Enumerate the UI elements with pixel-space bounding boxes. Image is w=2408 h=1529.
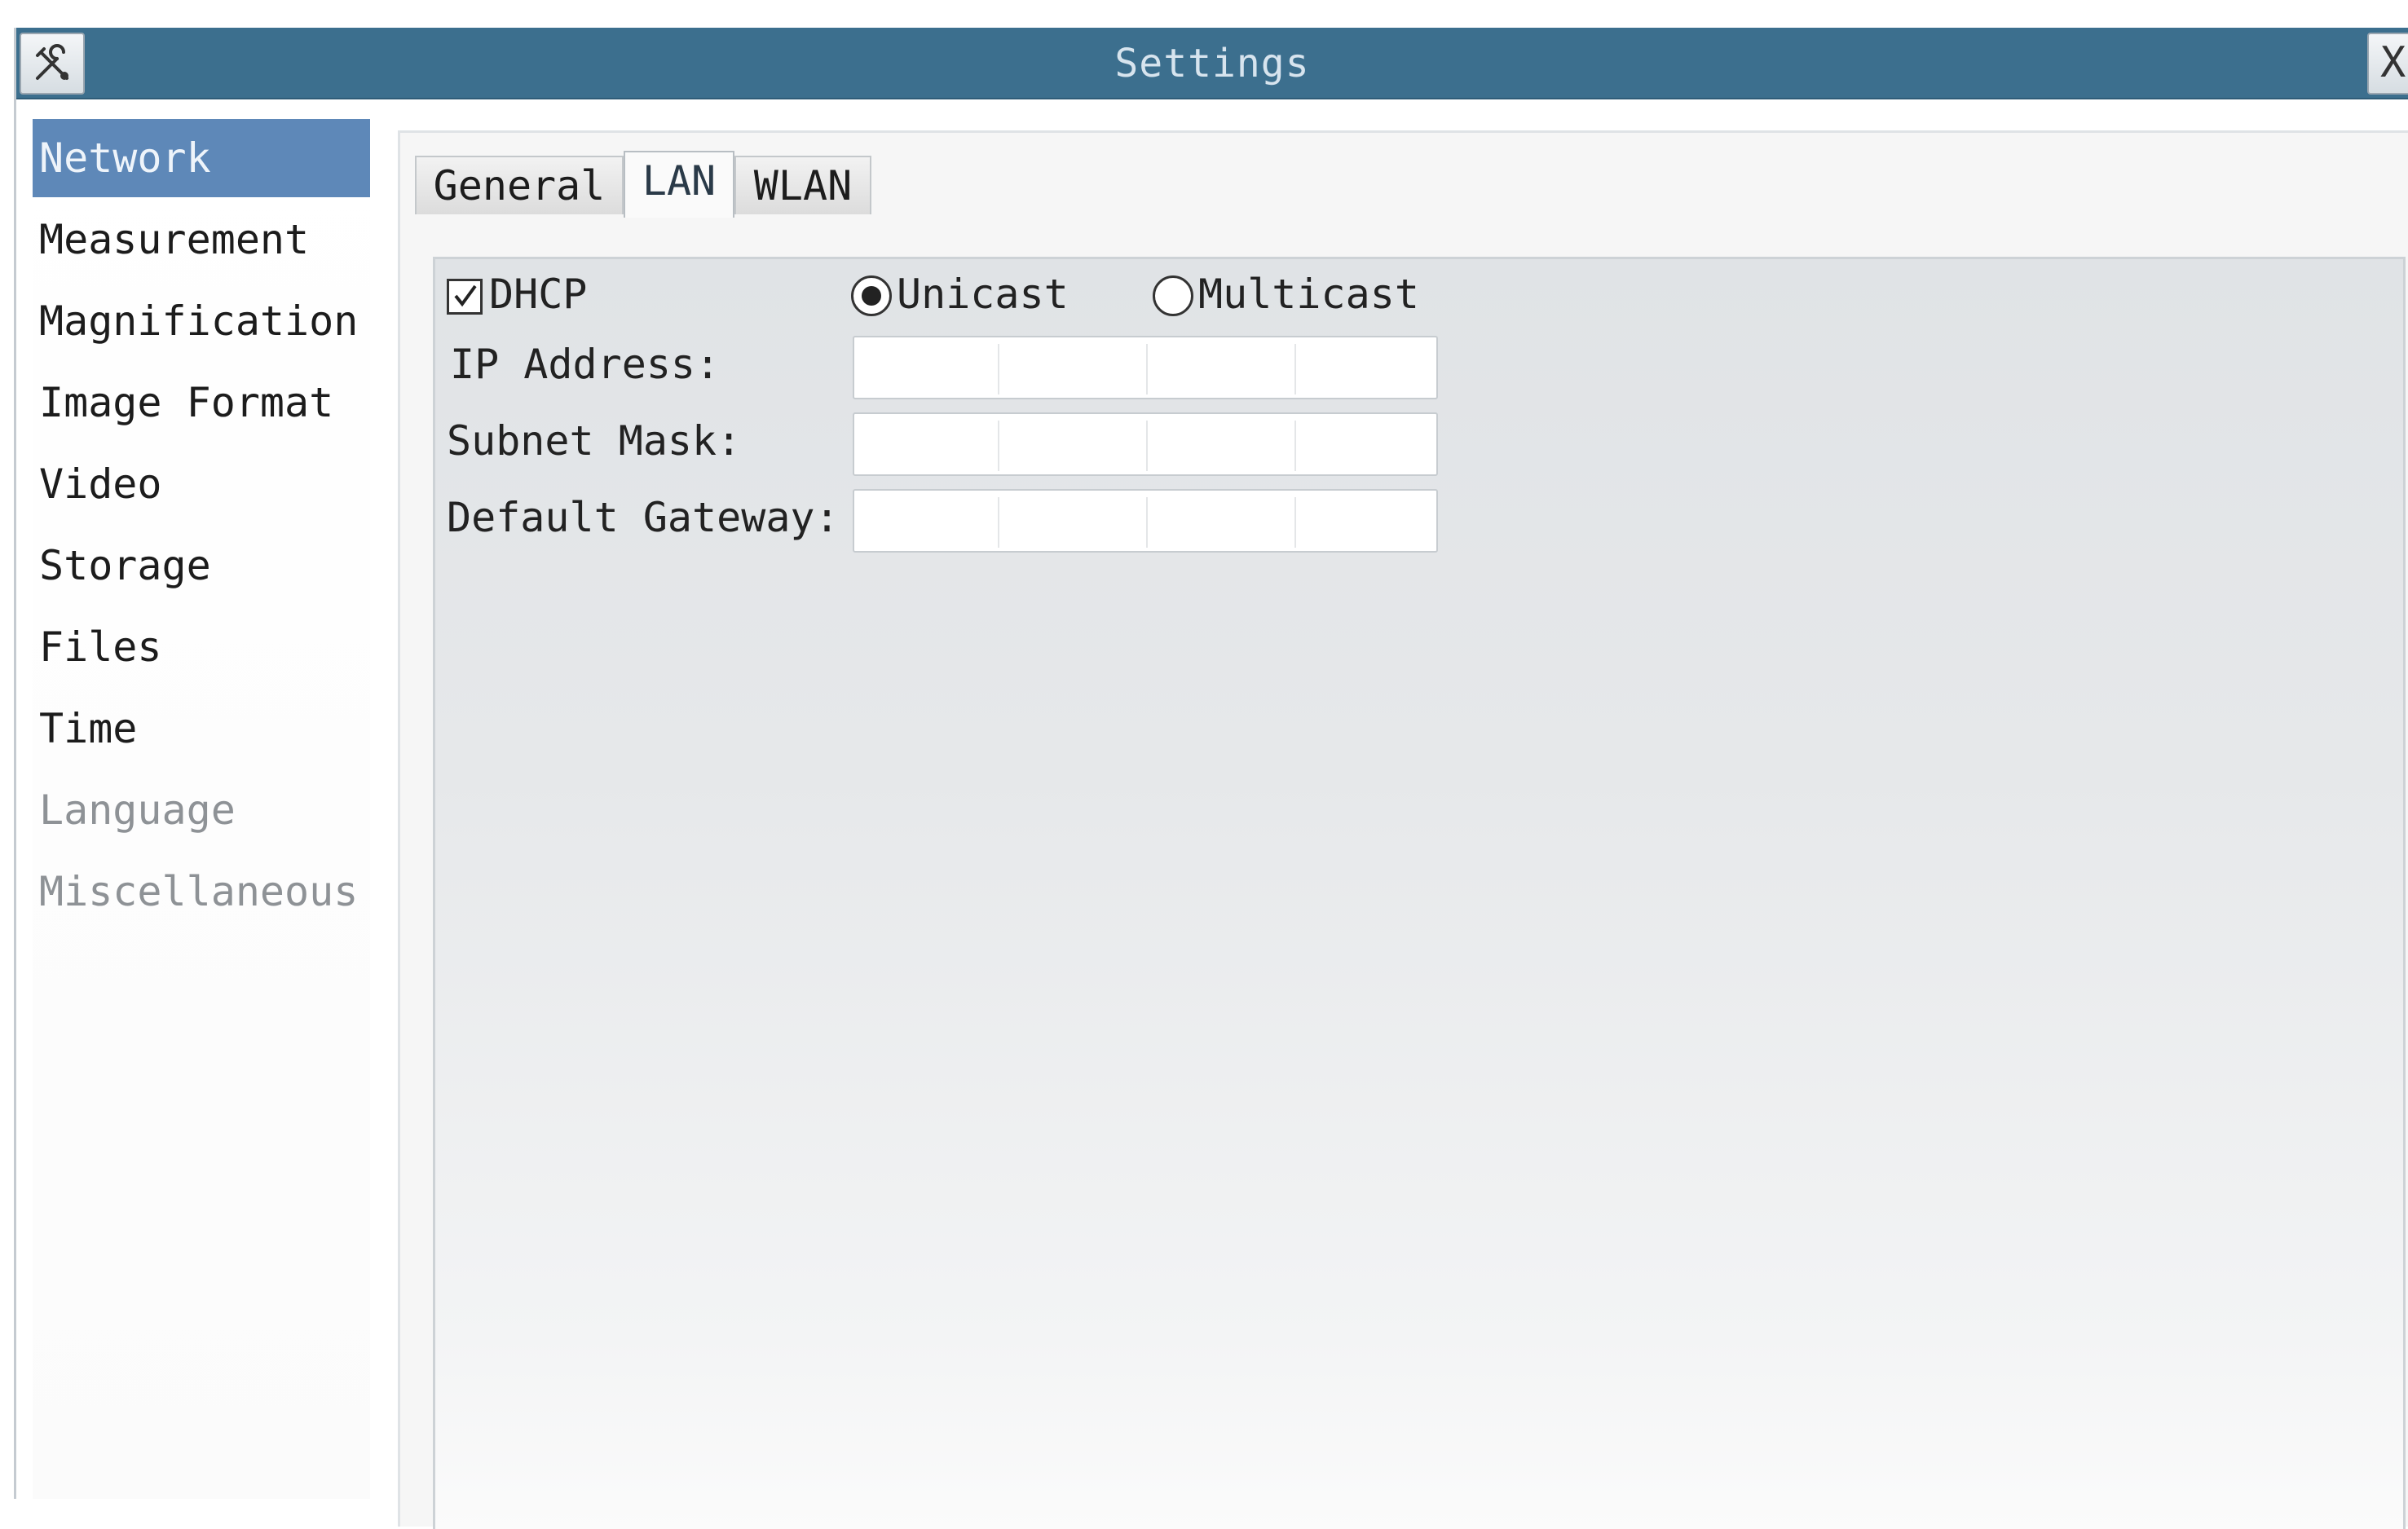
- tab-general[interactable]: General: [415, 156, 624, 214]
- sidebar-item-files[interactable]: Files: [33, 608, 370, 686]
- sidebar-item-miscellaneous[interactable]: Miscellaneous: [33, 853, 370, 931]
- dhcp-checkbox[interactable]: [447, 279, 483, 315]
- octet-separator: [1136, 497, 1148, 548]
- window-title: Settings: [1114, 41, 1310, 86]
- octet-separator: [1285, 421, 1296, 471]
- checkmark-icon: [454, 284, 477, 307]
- octet-separator: [1136, 344, 1148, 394]
- tab-lan[interactable]: LAN: [624, 151, 734, 218]
- subnet-mask-field[interactable]: [853, 412, 1441, 476]
- settings-window: Settings X Network Measurement Magnifica…: [14, 28, 2408, 1529]
- sidebar-item-measurement[interactable]: Measurement: [33, 200, 370, 279]
- ip-address-octet-4[interactable]: [1301, 341, 1441, 394]
- ip-address-octet-3[interactable]: [1153, 341, 1293, 394]
- multicast-label: Multicast: [1198, 271, 1419, 318]
- octet-separator: [988, 344, 999, 394]
- sidebar-item-video[interactable]: Video: [33, 445, 370, 523]
- default-gateway-label: Default Gateway:: [447, 494, 840, 541]
- sidebar-item-language[interactable]: Language: [33, 771, 370, 849]
- tab-wlan[interactable]: WLAN: [734, 156, 871, 214]
- ip-address-field[interactable]: [853, 336, 1441, 399]
- default-gateway-octet-2[interactable]: [1004, 494, 1144, 548]
- default-gateway-octet-4[interactable]: [1301, 494, 1441, 548]
- subnet-mask-octet-3[interactable]: [1153, 417, 1293, 471]
- ip-address-label: IP Address:: [450, 341, 721, 388]
- radio-selected-dot: [862, 286, 881, 306]
- octet-separator: [1285, 344, 1296, 394]
- multicast-radio[interactable]: [1153, 275, 1193, 316]
- sidebar-item-magnification[interactable]: Magnification: [33, 282, 370, 360]
- subnet-mask-octet-4[interactable]: [1301, 417, 1441, 471]
- dhcp-label: DHCP: [489, 271, 588, 318]
- default-gateway-octet-1[interactable]: [858, 494, 998, 548]
- unicast-radio[interactable]: [851, 275, 892, 316]
- default-gateway-octet-3[interactable]: [1153, 494, 1293, 548]
- subnet-mask-octet-2[interactable]: [1004, 417, 1144, 471]
- lan-tab-content: DHCP Unicast Multicast IP Address: Subne…: [433, 257, 2406, 1529]
- sidebar-item-network[interactable]: Network: [33, 119, 370, 197]
- settings-panel: General LAN WLAN DHCP Unicast Multicast …: [398, 130, 2408, 1529]
- sidebar-item-storage[interactable]: Storage: [33, 527, 370, 605]
- octet-separator: [988, 421, 999, 471]
- octet-separator: [988, 497, 999, 548]
- octet-separator: [1285, 497, 1296, 548]
- octet-separator: [1136, 421, 1148, 471]
- ip-address-octet-1[interactable]: [858, 341, 998, 394]
- title-bar: Settings X: [16, 28, 2408, 99]
- sidebar-item-image-format[interactable]: Image Format: [33, 364, 370, 442]
- ip-address-octet-2[interactable]: [1004, 341, 1144, 394]
- settings-sidebar: Network Measurement Magnification Image …: [33, 119, 370, 1499]
- subnet-mask-label: Subnet Mask:: [447, 417, 742, 465]
- default-gateway-field[interactable]: [853, 489, 1441, 553]
- sidebar-item-time[interactable]: Time: [33, 690, 370, 768]
- close-button[interactable]: X: [2367, 33, 2408, 95]
- unicast-label: Unicast: [897, 271, 1069, 318]
- subnet-mask-octet-1[interactable]: [858, 417, 998, 471]
